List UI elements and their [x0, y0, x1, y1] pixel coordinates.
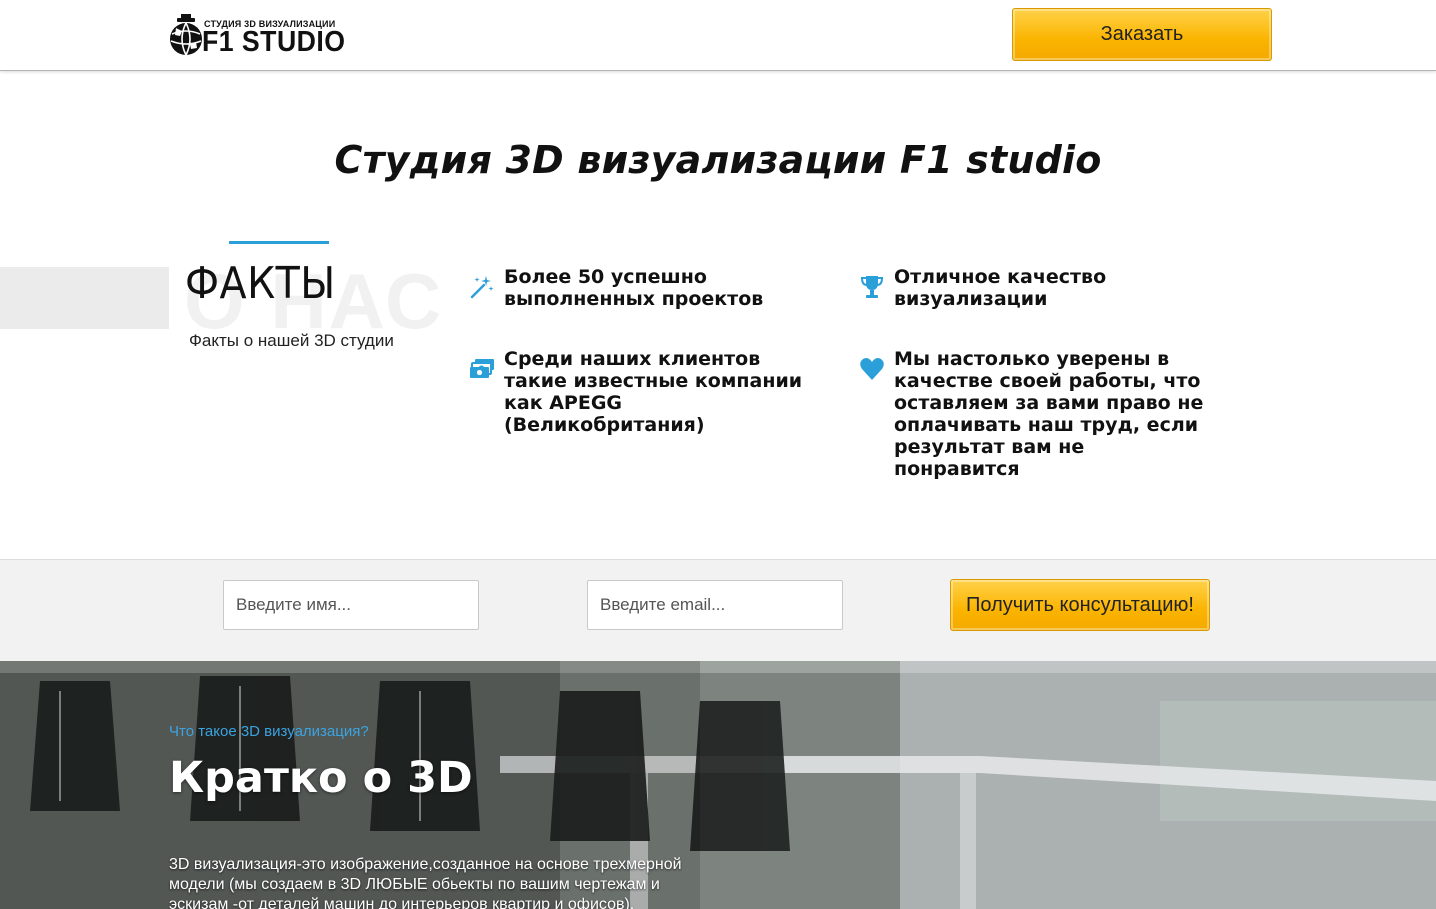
page-title: Студия 3D визуализации F1 studio — [334, 138, 1102, 182]
magic-wand-icon — [470, 276, 494, 299]
grenade-globe-icon — [170, 14, 202, 56]
site-header: СТУДИЯ 3D ВИЗУАЛИЗАЦИИ F1 STUDIO Заказат… — [0, 0, 1436, 71]
fact-text: Отличное качество визуализации — [894, 266, 1107, 310]
logo[interactable]: СТУДИЯ 3D ВИЗУАЛИЗАЦИИ F1 STUDIO — [168, 12, 368, 58]
facts-background-band — [0, 267, 169, 329]
brief-about-3d-text: 3D визуализация-это изображение,созданно… — [169, 856, 682, 909]
get-consultation-button[interactable]: Получить консультацию! — [950, 579, 1210, 631]
logo-title: F1 STUDIO — [202, 26, 346, 58]
email-field[interactable] — [587, 580, 843, 630]
fact-text: Мы настолько уверены в качестве своей ра… — [894, 348, 1204, 480]
trophy-icon — [860, 276, 884, 298]
brief-about-3d-title: Кратко о 3D — [169, 753, 473, 803]
fact-text: Среди наших клиентов такие известные ком… — [504, 348, 803, 436]
fact-text: Более 50 успешно выполненных проектов — [504, 266, 764, 310]
facts-heading: ФАКТЫ — [185, 258, 336, 309]
facts-subheading: Факты о нашей 3D студии — [189, 331, 394, 350]
heart-icon — [860, 358, 884, 380]
order-button[interactable]: Заказать — [1012, 8, 1272, 61]
money-icon — [470, 359, 494, 378]
office-photo-section: Что такое 3D визуализация? Кратко о 3D 3… — [0, 661, 1436, 909]
name-field[interactable] — [223, 580, 479, 630]
consultation-form: Получить консультацию! — [0, 559, 1436, 661]
what-is-3d-link[interactable]: Что такое 3D визуализация? — [169, 723, 369, 740]
facts-accent-line — [229, 241, 329, 244]
